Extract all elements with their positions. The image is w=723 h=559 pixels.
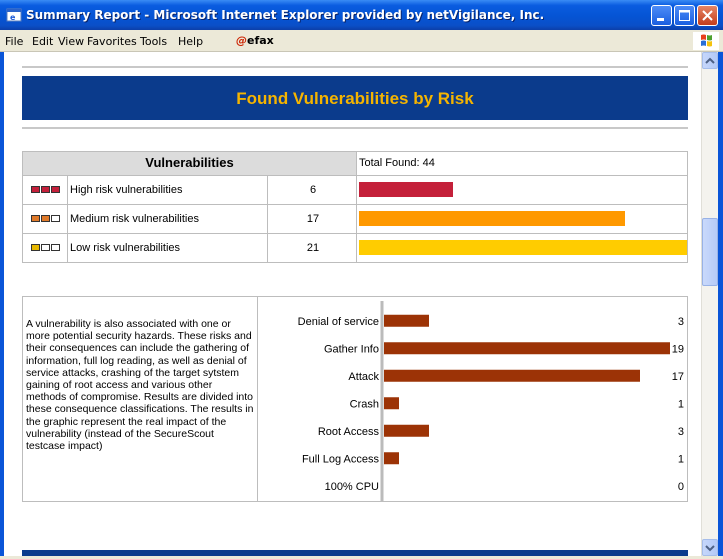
banner-title: Found Vulnerabilities by Risk — [236, 89, 474, 108]
window-title: Summary Report - Microsoft Internet Expl… — [26, 8, 545, 22]
report-banner: Found Vulnerabilities by Risk — [22, 76, 688, 120]
maximize-button[interactable] — [674, 5, 695, 26]
category-label: Gather Info — [324, 343, 379, 355]
category-label: Crash — [350, 398, 379, 410]
vertical-scrollbar[interactable] — [701, 52, 718, 556]
cell-divider — [356, 234, 357, 262]
minimize-icon — [657, 18, 664, 21]
risk-count: 17 — [306, 213, 320, 225]
value-label: 17 — [672, 371, 684, 383]
category-label: Full Log Access — [302, 453, 380, 465]
menu-tools[interactable]: Tools — [140, 35, 167, 48]
risk-count: 21 — [306, 242, 320, 254]
efax-button[interactable]: @efax — [236, 34, 274, 47]
menu-file[interactable]: File — [5, 35, 23, 48]
impact-bar — [384, 314, 429, 327]
impact-bar — [384, 342, 670, 355]
efax-label: efax — [247, 34, 274, 47]
risk-count: 6 — [309, 184, 317, 196]
chevron-down-icon — [705, 545, 715, 552]
impact-panel: A vulnerability is also associated with … — [22, 296, 688, 502]
svg-text:e: e — [10, 13, 16, 22]
top-divider — [22, 66, 688, 69]
table-row: Medium risk vulnerabilities 17 — [23, 204, 687, 233]
value-label: 19 — [672, 343, 684, 355]
total-found: Total Found: 44 — [359, 157, 435, 169]
cell-divider — [67, 176, 68, 204]
menu-edit[interactable]: Edit — [32, 35, 53, 48]
scroll-down-button[interactable] — [702, 539, 718, 556]
risk-label: Medium risk vulnerabilities — [70, 213, 199, 225]
vulnerabilities-header: Vulnerabilities — [23, 152, 356, 175]
internet-explorer-icon: e — [6, 8, 22, 22]
menu-help[interactable]: Help — [178, 35, 203, 48]
banner-divider — [22, 127, 688, 130]
risk-bar — [359, 240, 687, 255]
efax-icon: @ — [236, 34, 247, 47]
value-label: 3 — [678, 316, 684, 328]
scroll-thumb[interactable] — [702, 218, 718, 286]
page-viewport: Found Vulnerabilities by Risk Vulnerabil… — [0, 52, 701, 556]
chevron-up-icon — [705, 57, 715, 64]
header-separator — [356, 152, 357, 175]
value-label: 3 — [678, 426, 684, 438]
cell-divider — [356, 176, 357, 204]
panel-divider — [257, 297, 258, 501]
impact-description: A vulnerability is also associated with … — [26, 318, 254, 453]
impact-bar — [384, 369, 640, 382]
menu-bar: File Edit View Favorites Tools Help @efa… — [0, 30, 723, 52]
vulnerabilities-header-label: Vulnerabilities — [145, 155, 234, 170]
risk-bar — [359, 182, 453, 197]
next-section-banner — [22, 550, 688, 556]
table-row: Low risk vulnerabilities 21 — [23, 233, 687, 262]
window-titlebar: e Summary Report - Microsoft Internet Ex… — [0, 0, 723, 30]
minimize-button[interactable] — [651, 5, 672, 26]
category-label: Denial of service — [298, 316, 379, 328]
value-label: 1 — [678, 453, 684, 465]
impact-bar — [384, 397, 399, 410]
high-risk-icon — [31, 186, 61, 193]
risk-label: High risk vulnerabilities — [70, 184, 183, 196]
category-label: 100% CPU — [325, 481, 379, 493]
vulnerabilities-table: Vulnerabilities Total Found: 44 High ris… — [22, 151, 688, 263]
low-risk-icon — [31, 244, 61, 251]
impact-bar — [384, 424, 429, 437]
window-frame-right — [718, 52, 723, 556]
cell-divider — [67, 234, 68, 262]
category-label: Root Access — [318, 426, 380, 438]
value-label: 0 — [678, 481, 684, 493]
table-row: High risk vulnerabilities 6 — [23, 175, 687, 204]
risk-bar — [359, 211, 625, 226]
impact-bar — [384, 452, 399, 465]
impact-bar-chart: Denial of service 3 Gather Info 19 Attack 17 C… — [298, 301, 684, 501]
value-label: 1 — [678, 398, 684, 410]
risk-label: Low risk vulnerabilities — [70, 242, 181, 254]
scroll-up-button[interactable] — [702, 52, 718, 69]
windows-logo-icon — [693, 32, 719, 50]
close-icon — [702, 10, 713, 21]
menu-favorites[interactable]: Favorites — [87, 35, 137, 48]
close-button[interactable] — [697, 5, 718, 26]
category-label: Attack — [348, 371, 379, 383]
cell-divider — [356, 205, 357, 233]
cell-divider — [67, 205, 68, 233]
menu-view[interactable]: View — [58, 35, 84, 48]
maximize-icon — [679, 10, 690, 21]
medium-risk-icon — [31, 215, 61, 222]
